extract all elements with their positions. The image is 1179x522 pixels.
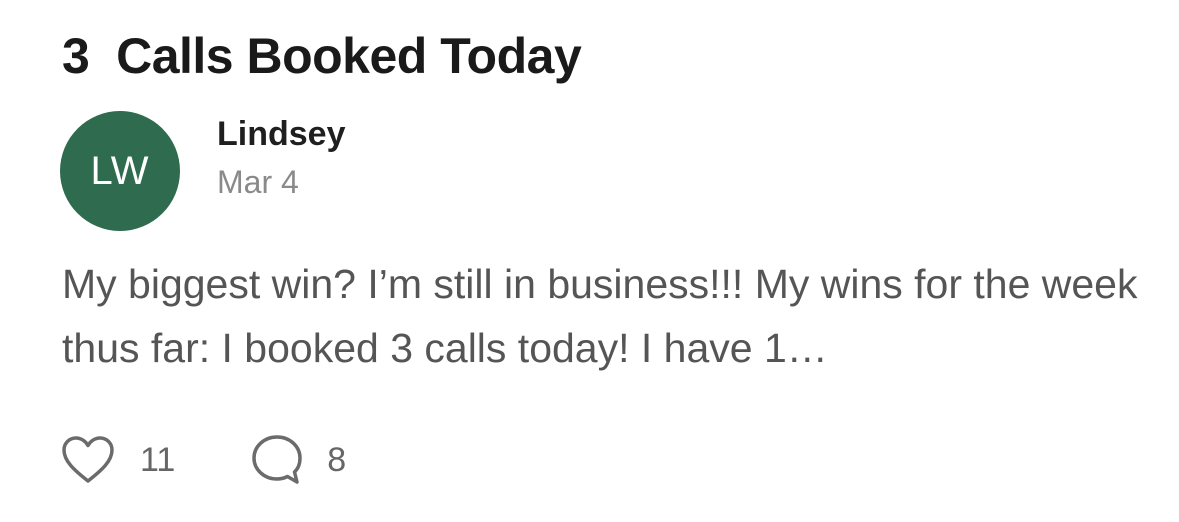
like-button[interactable]: 11	[60, 434, 175, 486]
author-name[interactable]: Lindsey	[217, 114, 345, 154]
like-count: 11	[140, 441, 176, 479]
speech-bubble-icon	[252, 435, 303, 484]
heart-outline-icon	[62, 436, 114, 483]
avatar[interactable]: LW	[60, 111, 180, 231]
post-card[interactable]: 3 Calls Booked Today LW Lindsey Mar 4 My…	[0, 0, 1179, 522]
comment-count: 8	[327, 441, 347, 479]
post-actions: 11 8	[60, 432, 346, 488]
avatar-initials: LW	[90, 148, 150, 193]
post-title[interactable]: 3 Calls Booked Today	[62, 26, 582, 86]
post-excerpt[interactable]: My biggest win? I’m still in business!!!…	[62, 252, 1142, 380]
post-date: Mar 4	[217, 164, 299, 200]
comment-button[interactable]: 8	[249, 432, 346, 488]
